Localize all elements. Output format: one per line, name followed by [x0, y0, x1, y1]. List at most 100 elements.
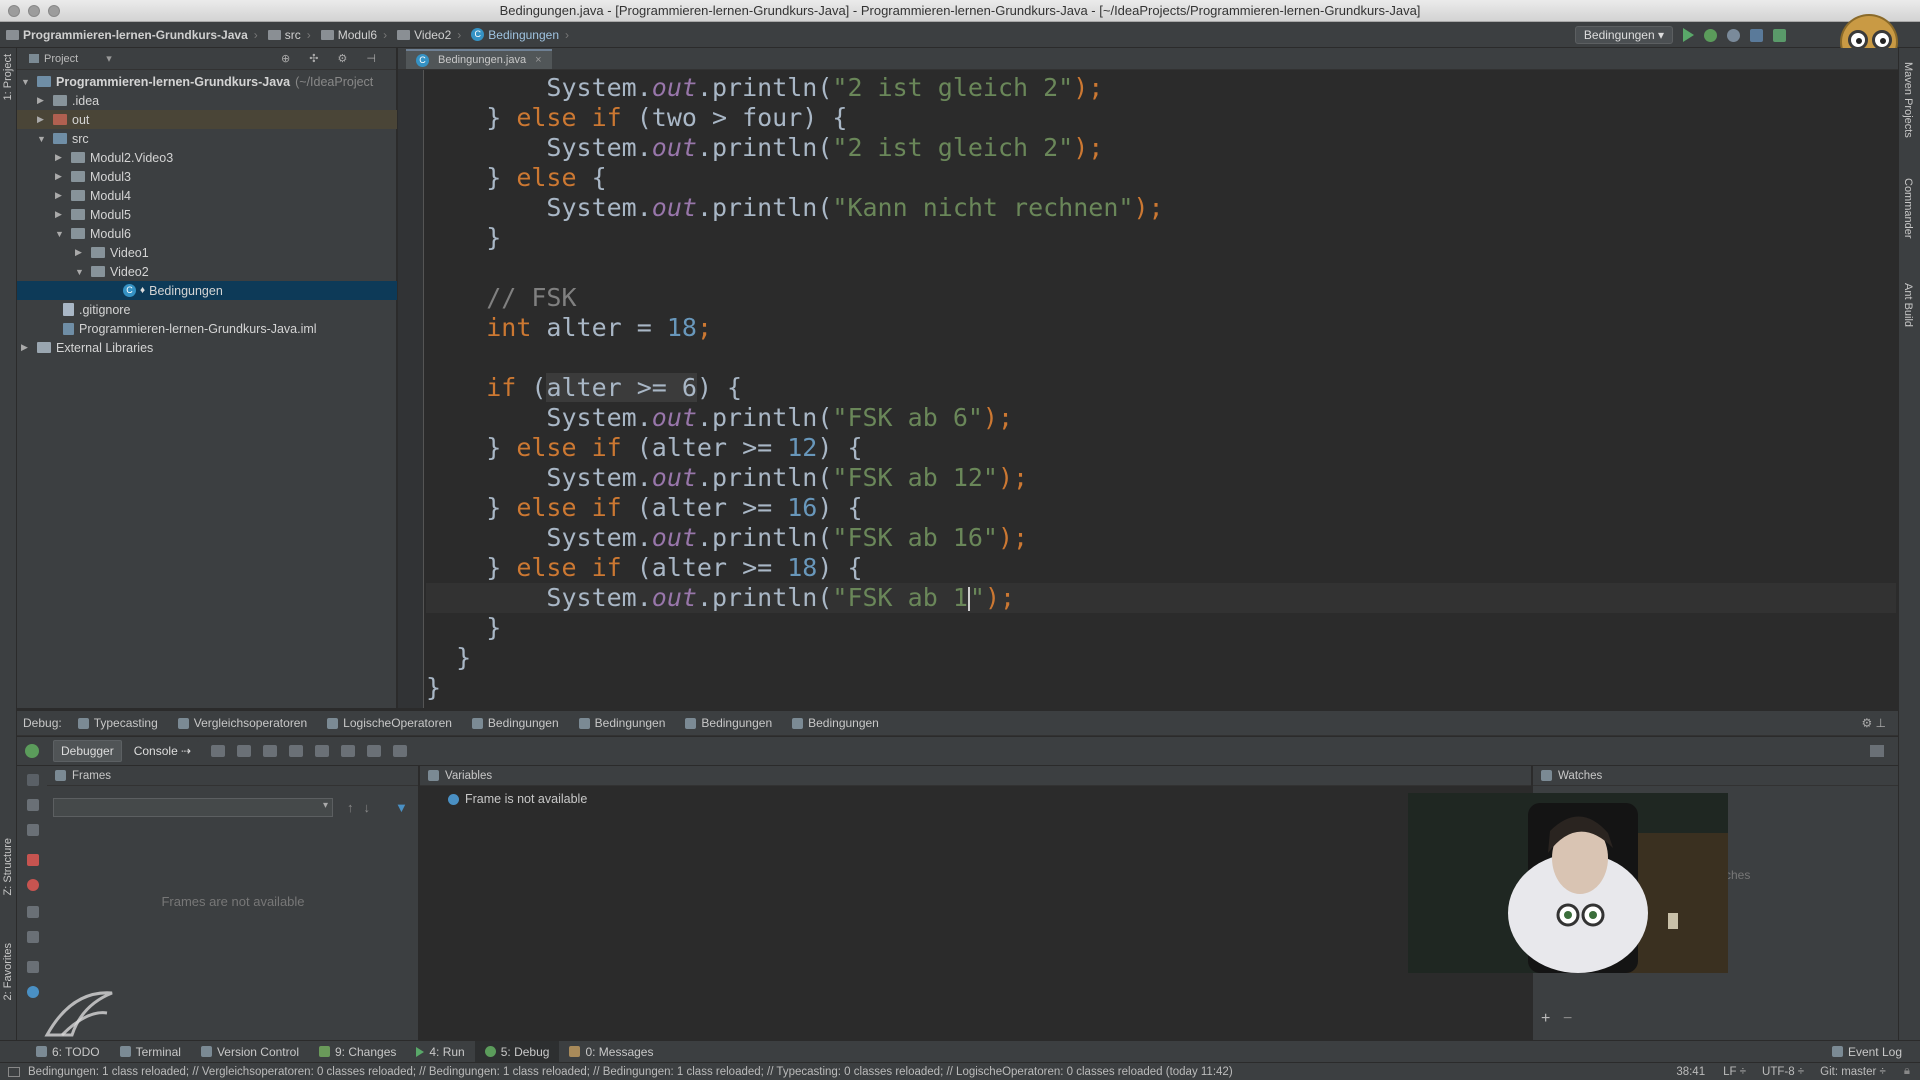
vcs-commit-icon[interactable]: [1773, 28, 1786, 42]
debug-tab[interactable]: 5: Debug: [474, 1040, 560, 1063]
version-control-tab[interactable]: Version Control: [191, 1045, 309, 1059]
run-to-cursor-icon[interactable]: [367, 745, 382, 757]
tree-idea[interactable]: ▶ .idea: [17, 91, 397, 110]
variables-icon: [428, 770, 439, 781]
minimize-window-button[interactable]: [28, 5, 40, 17]
tree-iml[interactable]: Programmieren-lernen-Grundkurs-Java.iml: [17, 319, 397, 338]
close-tab-icon[interactable]: ×: [535, 54, 541, 66]
breadcrumb-src[interactable]: src ›: [262, 28, 315, 42]
evaluate-expression-icon[interactable]: [393, 745, 408, 757]
project-tool-button[interactable]: 1: Project: [2, 54, 14, 100]
commander-tool-button[interactable]: Commander: [1902, 178, 1914, 239]
remove-watch-icon[interactable]: −: [1563, 1010, 1572, 1028]
debug-settings-icon[interactable]: ⚙ ⊥: [1861, 716, 1886, 730]
structure-tool-button[interactable]: Z: Structure: [2, 838, 14, 895]
tree-bedingungen[interactable]: C ♦ Bedingungen: [17, 281, 397, 300]
show-execution-point-icon[interactable]: [211, 745, 226, 757]
step-into-icon[interactable]: [263, 745, 278, 757]
close-window-button[interactable]: [8, 5, 20, 17]
code-line: } else if (alter >= 18) {: [426, 553, 863, 582]
window-title: Bedingungen.java - [Programmieren-lernen…: [499, 3, 1421, 18]
tree-modul6[interactable]: ▼ Modul6: [17, 224, 397, 243]
view-breakpoints-icon[interactable]: [27, 854, 39, 866]
zoom-window-button[interactable]: [48, 5, 60, 17]
terminal-tab[interactable]: Terminal: [110, 1045, 191, 1059]
file-encoding[interactable]: UTF-8 ÷: [1762, 1066, 1804, 1078]
tree-modul4[interactable]: ▶ Modul4: [17, 186, 397, 205]
tree-out[interactable]: ▶ out: [17, 110, 397, 129]
frames-icon: [55, 770, 66, 781]
cursor-position[interactable]: 38:41: [1676, 1066, 1705, 1078]
changes-tab[interactable]: 9: Changes: [309, 1045, 406, 1059]
thread-select[interactable]: ▾: [53, 798, 333, 817]
module-folder-icon: [37, 76, 51, 87]
project-view-icon: [29, 54, 39, 63]
drop-frame-icon[interactable]: [341, 745, 356, 757]
debug-icon: [484, 1046, 496, 1057]
line-separator[interactable]: LF ÷: [1723, 1066, 1746, 1078]
maven-tool-button[interactable]: Maven Projects: [1902, 62, 1914, 138]
project-view-select[interactable]: Project: [44, 53, 78, 65]
event-log-tab[interactable]: Event Log: [1822, 1045, 1912, 1059]
tree-video1[interactable]: ▶ Video1: [17, 243, 397, 262]
run-tab[interactable]: 4: Run: [406, 1045, 474, 1059]
favorites-tool-button[interactable]: 2: Favorites: [2, 943, 14, 1000]
thread-dump-icon[interactable]: [27, 906, 39, 918]
coverage-icon[interactable]: [1727, 28, 1740, 42]
todo-tab[interactable]: 6: TODO: [26, 1045, 110, 1059]
run-config-select[interactable]: Bedingungen ▾: [1574, 26, 1673, 44]
breadcrumb-project[interactable]: Programmieren-lernen-Grundkurs-Java ›: [0, 28, 262, 42]
layout-icon[interactable]: [27, 961, 39, 973]
tree-root[interactable]: ▼ Programmieren-lernen-Grundkurs-Java (~/I…: [17, 72, 397, 91]
step-out-icon[interactable]: [315, 745, 330, 757]
breadcrumb-modul6[interactable]: Modul6 ›: [315, 28, 391, 42]
mute-breakpoints-icon[interactable]: [27, 879, 39, 891]
debug-tab-bedingungen[interactable]: Bedingungen: [462, 716, 569, 730]
debugger-tab[interactable]: Debugger: [53, 740, 122, 762]
code-editor[interactable]: System.out.println("2 ist gleich 2"); } …: [426, 70, 1896, 708]
debug-tab-bedingungen[interactable]: Bedingungen: [675, 716, 782, 730]
filter-icon[interactable]: ▼: [395, 800, 408, 815]
console-tab[interactable]: Console ⇢: [125, 740, 200, 762]
ant-build-tool-button[interactable]: Ant Build: [1902, 283, 1914, 327]
tree-modul3[interactable]: ▶ Modul3: [17, 167, 397, 186]
debug-tab-vergleichsoperatoren[interactable]: Vergleichsoperatoren: [168, 716, 317, 730]
debug-icon[interactable]: [1704, 28, 1717, 42]
navigation-bar: Programmieren-lernen-Grundkurs-Java › src…: [0, 22, 1920, 48]
editor-tabs: C Bedingungen.java ×: [398, 48, 1898, 70]
messages-tab[interactable]: 0: Messages: [559, 1045, 663, 1059]
frame-nav-icons[interactable]: ↑↓: [347, 800, 380, 815]
debug-tab-bedingungen[interactable]: Bedingungen: [569, 716, 676, 730]
tree-external-libraries[interactable]: ▶ External Libraries: [17, 338, 397, 357]
stop-icon[interactable]: [27, 824, 39, 836]
git-branch[interactable]: Git: master ÷: [1820, 1066, 1886, 1078]
breadcrumb-class[interactable]: C Bedingungen ›: [465, 28, 573, 42]
restore-layout-icon[interactable]: [1870, 745, 1884, 757]
editor-tab-bedingungen[interactable]: C Bedingungen.java ×: [406, 49, 552, 69]
editor-area: C Bedingungen.java × System.out.println("2…: [398, 48, 1898, 708]
tree-gitignore[interactable]: .gitignore: [17, 300, 397, 319]
resume-icon[interactable]: [27, 774, 39, 786]
step-over-icon[interactable]: [237, 745, 252, 757]
toggle-tool-windows-icon[interactable]: [8, 1066, 20, 1077]
pause-icon[interactable]: [27, 799, 39, 811]
settings-icon[interactable]: [27, 986, 39, 998]
rerun-debug-icon[interactable]: [25, 744, 39, 758]
tree-modul2[interactable]: ▶ Modul2.Video3: [17, 148, 397, 167]
tree-modul5[interactable]: ▶ Modul5: [17, 205, 397, 224]
vcs-update-icon[interactable]: [1750, 28, 1763, 42]
add-watch-icon[interactable]: +: [1541, 1010, 1550, 1028]
debug-tab-typecasting[interactable]: Typecasting: [68, 716, 168, 730]
lock-icon[interactable]: 🔒︎: [1904, 1065, 1910, 1078]
library-icon: [37, 342, 51, 353]
restore-icon[interactable]: [27, 931, 39, 943]
panel-settings-icon[interactable]: ⊕ ✣ ⚙ ⊣: [281, 52, 384, 65]
run-icon[interactable]: [1683, 28, 1694, 42]
force-step-into-icon[interactable]: [289, 745, 304, 757]
debug-tab-bedingungen[interactable]: Bedingungen: [782, 716, 889, 730]
breadcrumb-video2[interactable]: Video2 ›: [391, 28, 465, 42]
debug-tab-logischeoperatoren[interactable]: LogischeOperatoren: [317, 716, 462, 730]
left-tool-strip: 1: Project Z: Structure 2: Favorites: [0, 48, 17, 1040]
tree-src[interactable]: ▼ src: [17, 129, 397, 148]
tree-video2[interactable]: ▼ Video2: [17, 262, 397, 281]
